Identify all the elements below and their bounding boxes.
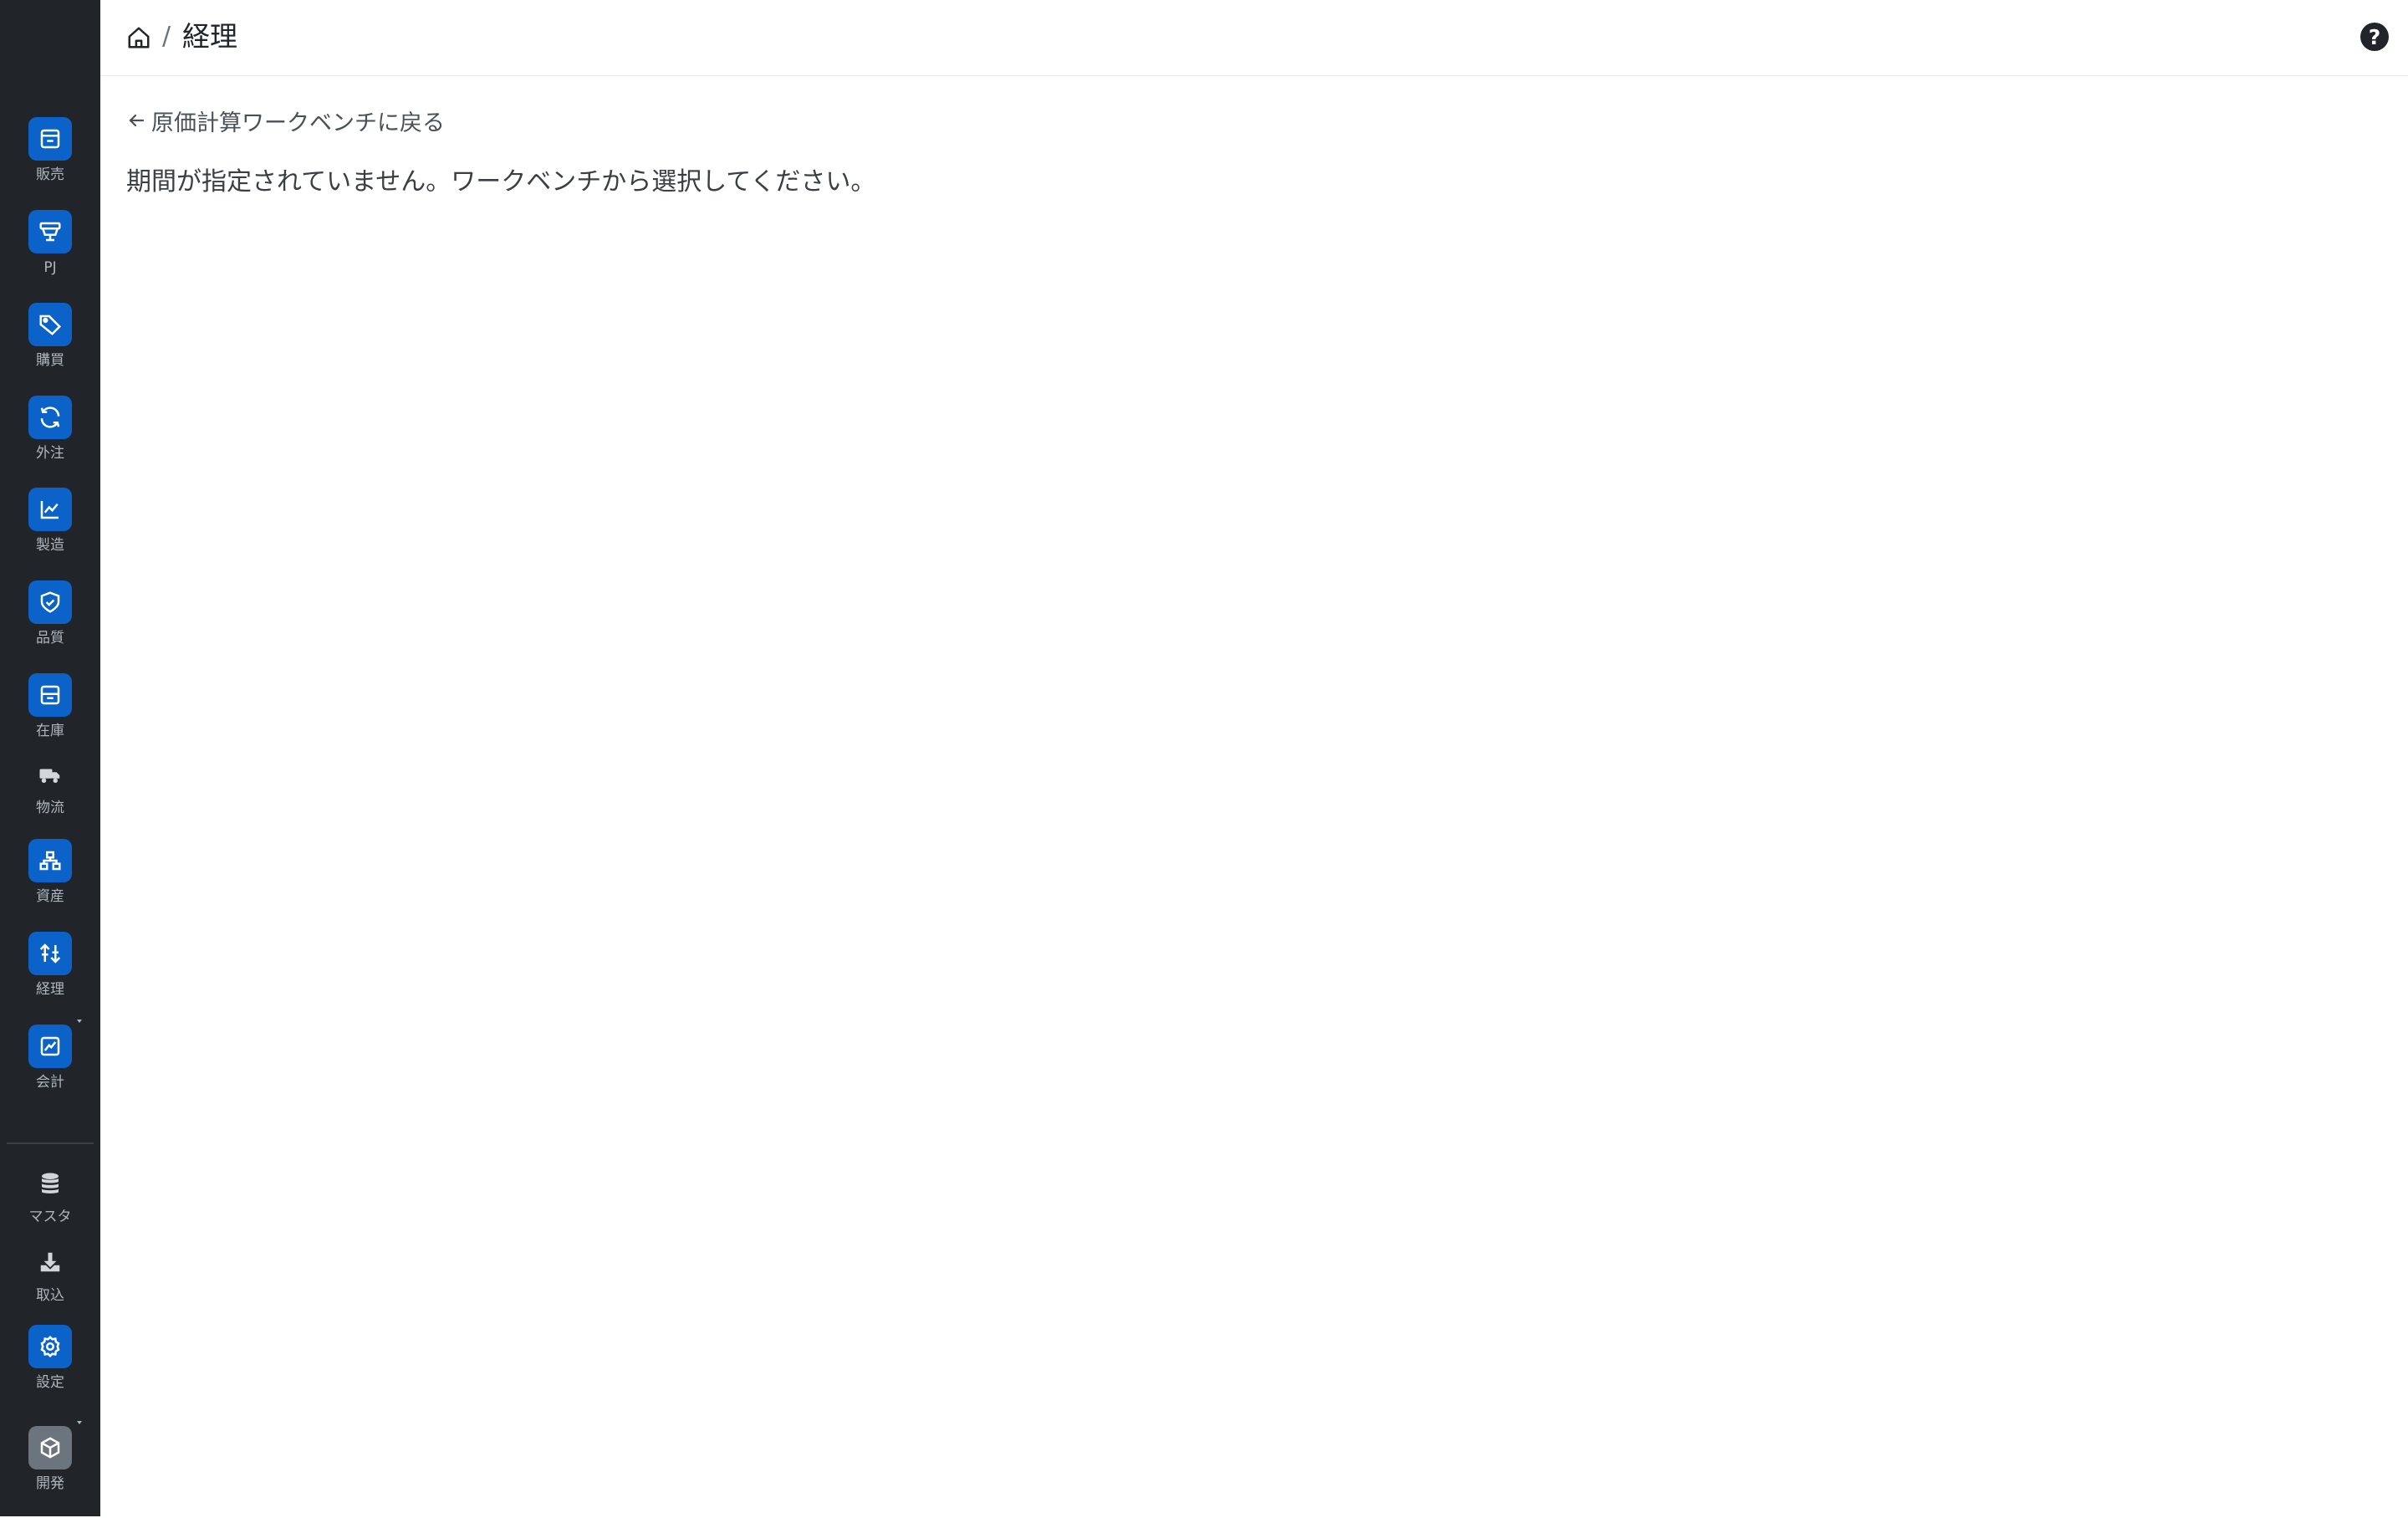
sidebar-item-import[interactable]: 取込 (0, 1243, 100, 1335)
tag-icon (28, 303, 72, 346)
sidebar-item-inventory[interactable]: 在庫 (0, 673, 100, 765)
sidebar-item-sales[interactable]: 販売 (0, 117, 100, 209)
sidebar-item-quality[interactable]: 品質 (0, 580, 100, 672)
sidebar-item-label: 品質 (36, 630, 64, 647)
sidebar-item-manufacturing[interactable]: 製造 (0, 488, 100, 580)
sidebar-item-label: 在庫 (36, 723, 64, 739)
storefront-icon (28, 117, 72, 161)
sidebar: 販売 PJ 購買 外注 製造 品質 在庫 物流 資産 経理 会計 マスタ 取込 … (0, 0, 100, 1516)
sidebar-item-label: 設定 (36, 1374, 64, 1391)
sidebar-item-pj[interactable]: PJ (0, 210, 100, 302)
sidebar-item-label: マスタ (28, 1209, 72, 1225)
sidebar-item-label: 外注 (36, 445, 64, 462)
sidebar-item-label: 経理 (36, 981, 64, 998)
presentation-icon (28, 210, 72, 253)
sidebar-item-label: PJ (43, 259, 57, 276)
sidebar-item-outsourcing[interactable]: 外注 (0, 396, 100, 488)
sidebar-item-purchasing[interactable]: 購買 (0, 303, 100, 395)
chart-icon (28, 1025, 72, 1068)
sidebar-item-accounting-mgmt[interactable]: 経理 (0, 932, 100, 1024)
arrow-left-icon (129, 114, 145, 127)
sidebar-item-label: 開発 (36, 1475, 64, 1492)
database-icon (28, 1164, 72, 1203)
sidebar-divider (7, 1142, 94, 1144)
truck-icon (28, 757, 72, 794)
sidebar-item-label: 資産 (36, 888, 64, 905)
home-icon[interactable] (126, 25, 151, 50)
sidebar-item-logistics[interactable]: 物流 (0, 757, 100, 849)
sidebar-item-label: 取込 (36, 1287, 64, 1304)
sidebar-item-accounting[interactable]: 会計 (0, 1020, 100, 1117)
download-icon (28, 1243, 72, 1281)
sidebar-item-label: 物流 (36, 800, 64, 816)
back-to-workbench-link[interactable]: 原価計算ワークベンチに戻る (126, 104, 445, 137)
help-icon[interactable]: ? (2360, 23, 2389, 51)
transfer-icon (28, 932, 72, 975)
chevron-down-icon (77, 1020, 82, 1023)
box-icon (28, 673, 72, 717)
sidebar-item-settings[interactable]: 設定 (0, 1325, 100, 1417)
sidebar-item-label: 会計 (36, 1074, 64, 1091)
sidebar-item-label: 製造 (36, 537, 64, 554)
empty-period-message: 期間が指定されていません。ワークベンチから選択してください。 (126, 167, 876, 197)
shield-check-icon (28, 580, 72, 624)
factory-icon (28, 488, 72, 531)
chevron-down-icon (77, 1421, 82, 1424)
back-link-label: 原価計算ワークベンチに戻る (151, 110, 445, 136)
sidebar-item-assets[interactable]: 資産 (0, 839, 100, 931)
sidebar-item-label: 販売 (36, 166, 64, 183)
sidebar-item-label: 購買 (36, 352, 64, 369)
cube-icon (28, 1426, 72, 1469)
refresh-icon (28, 396, 72, 439)
breadcrumb-separator: / (162, 22, 171, 51)
top-bar: / 経理 ? (101, 0, 2408, 76)
gear-icon (28, 1325, 72, 1368)
breadcrumb-current: 経理 (182, 20, 237, 53)
network-icon (28, 839, 72, 882)
sidebar-item-dev[interactable]: 開発 (0, 1421, 100, 1518)
